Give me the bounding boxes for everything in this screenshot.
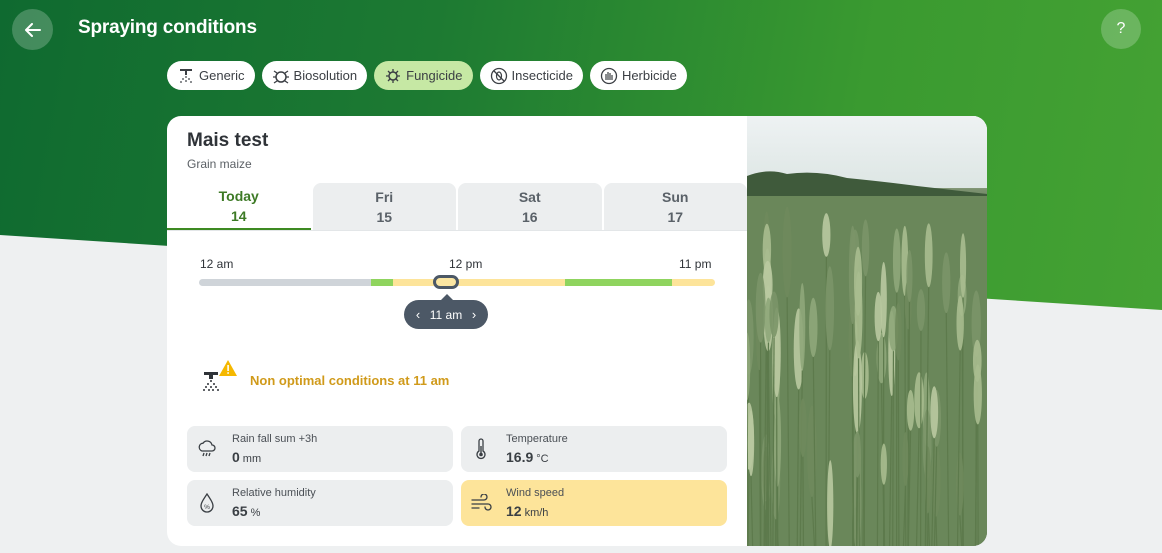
chip-label: Fungicide: [406, 68, 463, 83]
metric-label: Wind speed: [506, 487, 565, 499]
metric-value: 0: [232, 449, 240, 465]
bug-icon: [272, 69, 289, 84]
conditions-panel: Mais test Grain maize Today 14 Fri 15 Sa…: [167, 116, 747, 546]
metric-unit: %: [250, 507, 261, 519]
metric-label: Relative humidity: [232, 487, 316, 499]
tab-day-label: Today: [218, 187, 259, 204]
chip-fungicide[interactable]: Fungicide: [374, 61, 473, 90]
field-card: Mais test Grain maize Today 14 Fri 15 Sa…: [167, 116, 987, 546]
metric-humidity: % Relative humidity 65%: [187, 480, 453, 526]
timeline-segment-non-optimal: [392, 279, 565, 286]
time-selector: ‹ 11 am ›: [404, 294, 488, 329]
day-tabs: Today 14 Fri 15 Sat 16 Sun 17: [167, 183, 747, 231]
chevron-left-icon[interactable]: ‹: [412, 307, 424, 322]
metric-temperature: Temperature 16.9 °C: [461, 426, 727, 472]
chip-insecticide[interactable]: Insecticide: [479, 61, 583, 90]
help-button[interactable]: ?: [1101, 9, 1141, 49]
grass-icon: [600, 67, 618, 84]
timeline-slider-handle[interactable]: [433, 275, 459, 289]
sprayer-icon: [180, 68, 192, 83]
tabs-divider: [167, 230, 747, 231]
status-text: Non optimal conditions at 11 am: [250, 373, 450, 388]
insect-crossed-icon: [490, 67, 507, 84]
metric-value: 65: [232, 503, 248, 519]
metric-wind: Wind speed 12 km/h: [461, 480, 727, 526]
chip-herbicide[interactable]: Herbicide: [589, 61, 687, 90]
chip-label: Generic: [199, 68, 245, 83]
metric-unit: °C: [536, 453, 549, 465]
field-photo: [747, 116, 987, 546]
metric-label: Temperature: [506, 433, 568, 445]
metric-unit: mm: [242, 453, 262, 465]
chip-label: Biosolution: [293, 68, 358, 83]
metric-rain: Rain fall sum +3h 0 mm: [187, 426, 453, 472]
tab-day-label: Sun: [662, 189, 689, 205]
chip-label: Insecticide: [511, 68, 573, 83]
crop-name: Grain maize: [187, 157, 252, 171]
timeline-segment-non-optimal: [672, 279, 715, 286]
tab-date-label: 16: [521, 209, 538, 225]
virus-icon: [386, 68, 401, 83]
product-type-chips: Generic Biosolution Fungicide Insecticid…: [167, 61, 687, 90]
tab-sun[interactable]: Sun 17: [603, 183, 747, 231]
metric-unit: km/h: [524, 507, 549, 519]
metric-label: Rain fall sum +3h: [232, 433, 318, 445]
tab-day-label: Sat: [518, 189, 541, 205]
timeline-segment-optimal: [371, 279, 393, 286]
chip-generic[interactable]: Generic: [167, 61, 255, 90]
arrow-left-icon: [24, 22, 41, 37]
wind-icon: [471, 494, 492, 511]
metric-value: 12: [506, 503, 522, 519]
tab-sat[interactable]: Sat 16: [458, 183, 602, 231]
selected-time: 11 am: [429, 307, 463, 322]
tab-day-label: Fri: [375, 189, 394, 205]
metric-value: 16.9: [506, 449, 534, 465]
timeline-label-end: 11 pm: [679, 257, 712, 271]
back-button[interactable]: [12, 9, 53, 50]
sprayer-warning-icon: [203, 360, 237, 391]
chevron-right-icon[interactable]: ›: [468, 307, 480, 322]
status-banner: Non optimal conditions at 11 am: [197, 359, 617, 399]
timeline-label-mid: 12 pm: [449, 257, 483, 271]
timeline-segment-past: [199, 279, 371, 286]
page-title: Spraying conditions: [78, 17, 257, 38]
tab-today[interactable]: Today 14: [167, 183, 311, 231]
rain-cloud-icon: [198, 440, 216, 457]
timeline-label-start: 12 am: [200, 257, 234, 271]
field-name: Mais test: [187, 130, 269, 151]
timeline-segment-optimal: [564, 279, 672, 286]
tab-date-label: 15: [376, 209, 393, 225]
wheat-field-image: [747, 116, 987, 546]
tab-fri[interactable]: Fri 15: [312, 183, 456, 231]
tab-date-label: 14: [230, 207, 247, 224]
svg-text:%: %: [204, 504, 210, 511]
tab-date-label: 17: [667, 209, 684, 225]
humidity-drop-icon: %: [200, 493, 214, 513]
chip-label: Herbicide: [621, 68, 677, 83]
chip-biosolution[interactable]: Biosolution: [261, 61, 368, 90]
thermometer-icon: [476, 438, 486, 460]
